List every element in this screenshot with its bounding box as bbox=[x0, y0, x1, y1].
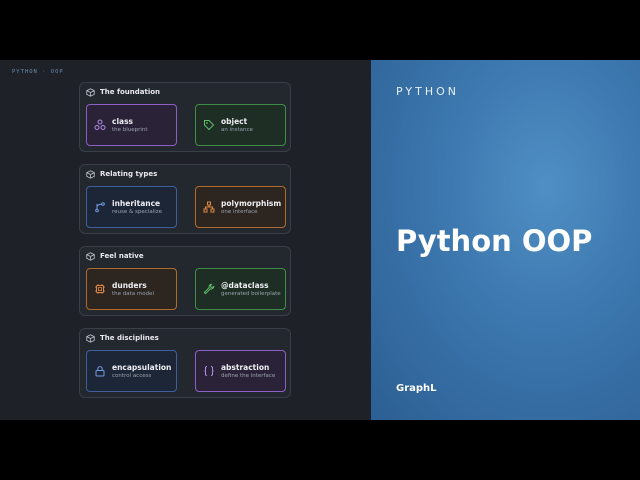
breadcrumb: PYTHON · OOP bbox=[12, 69, 64, 75]
letterbox-bottom bbox=[0, 420, 640, 480]
lock-icon bbox=[95, 366, 105, 377]
group-disciplines: The disciplines encapsulation control ac… bbox=[79, 328, 291, 398]
card-abstraction[interactable]: abstraction define the interface bbox=[195, 350, 286, 392]
group-title: The disciplines bbox=[100, 334, 159, 342]
card-title: class bbox=[112, 117, 134, 126]
card-subtitle: control access bbox=[112, 373, 152, 379]
cube-icon bbox=[86, 169, 95, 179]
cube-icon bbox=[86, 87, 95, 97]
card-object[interactable]: object an instance bbox=[195, 104, 286, 146]
group-feel-native: Feel native dunders the data model @data… bbox=[79, 246, 291, 316]
hero-title: Python OOP bbox=[396, 224, 593, 258]
git-branch-icon bbox=[95, 202, 105, 213]
card-encapsulation[interactable]: encapsulation control access bbox=[86, 350, 177, 392]
card-subtitle: define the interface bbox=[221, 373, 276, 379]
letterbox-top bbox=[0, 0, 640, 60]
card-subtitle: reuse & specialize bbox=[112, 209, 163, 215]
tag-icon bbox=[204, 120, 215, 131]
braces-icon bbox=[204, 366, 214, 376]
card-title: object bbox=[221, 117, 248, 126]
card-inheritance[interactable]: inheritance reuse & specialize bbox=[86, 186, 177, 228]
hero-kicker: PYTHON bbox=[396, 85, 459, 98]
chip-icon bbox=[95, 284, 105, 294]
cube-icon bbox=[86, 251, 95, 261]
hierarchy-icon bbox=[203, 201, 215, 213]
card-title: inheritance bbox=[112, 199, 161, 208]
card-subtitle: the blueprint bbox=[112, 127, 148, 133]
group-relating-types: Relating types inheritance reuse & speci… bbox=[79, 164, 291, 234]
group-foundation: The foundation class the blueprint objec… bbox=[79, 82, 291, 152]
group-title: Feel native bbox=[100, 252, 144, 260]
atom-icon bbox=[94, 119, 106, 130]
group-title: Relating types bbox=[100, 170, 158, 178]
card-title: @dataclass bbox=[221, 281, 269, 290]
card-title: dunders bbox=[112, 281, 147, 290]
card-title: encapsulation bbox=[112, 363, 172, 372]
brand-name: GraphL bbox=[396, 383, 437, 394]
card-dunders[interactable]: dunders the data model bbox=[86, 268, 177, 310]
card-dataclass[interactable]: @dataclass generated boilerplate bbox=[195, 268, 286, 310]
wrench-icon bbox=[203, 283, 215, 295]
card-subtitle: generated boilerplate bbox=[221, 291, 281, 297]
card-subtitle: an instance bbox=[221, 127, 253, 133]
card-class[interactable]: class the blueprint bbox=[86, 104, 177, 146]
card-title: abstraction bbox=[221, 363, 270, 372]
cube-icon bbox=[86, 333, 95, 343]
group-title: The foundation bbox=[100, 88, 161, 96]
card-subtitle: one interface bbox=[221, 209, 258, 215]
card-polymorphism[interactable]: polymorphism one interface bbox=[195, 186, 286, 228]
card-subtitle: the data model bbox=[112, 291, 155, 297]
card-title: polymorphism bbox=[221, 199, 282, 208]
